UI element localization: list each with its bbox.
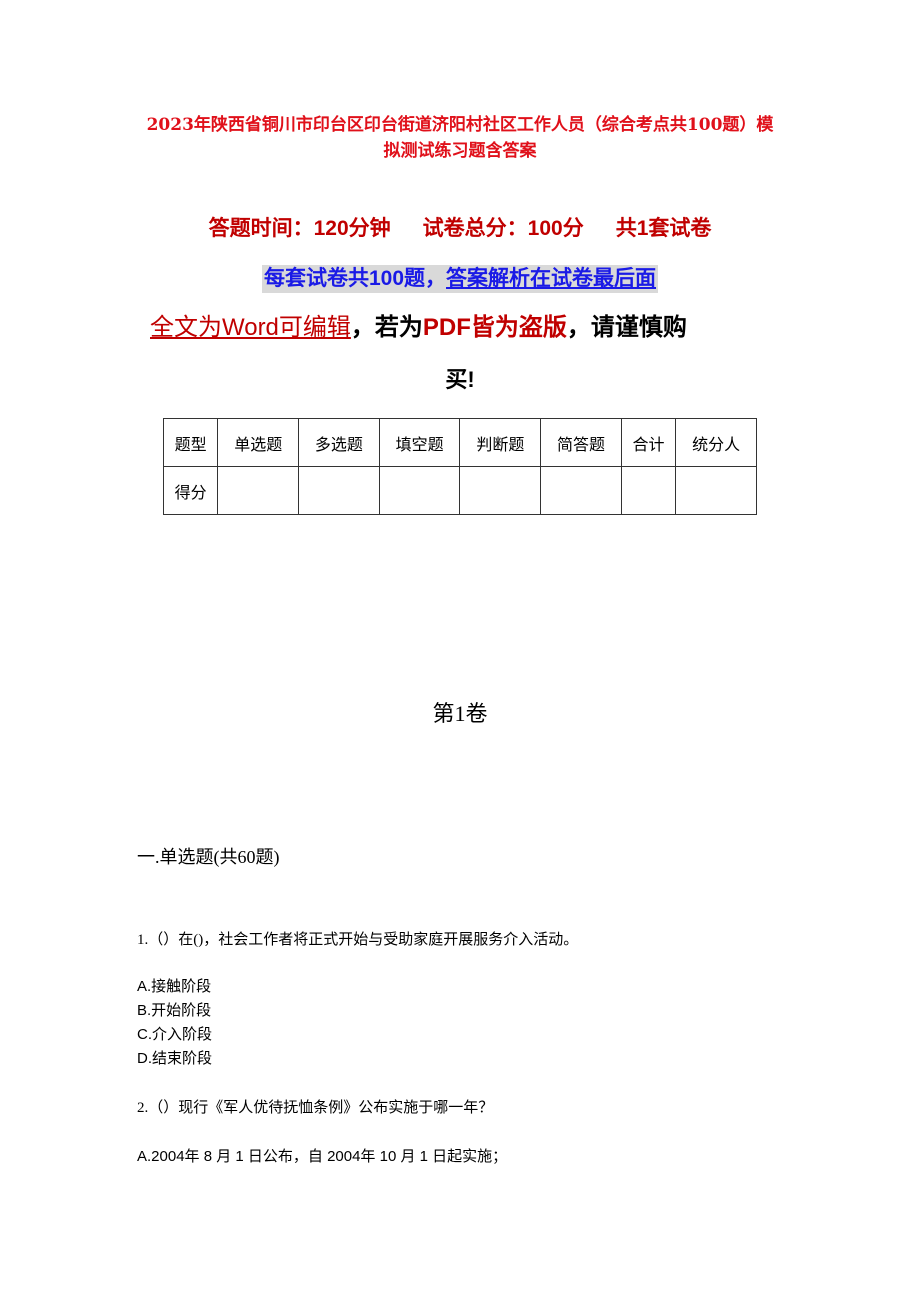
question-1-options: A.接触阶段 B.开始阶段 C.介入阶段 D.结束阶段 bbox=[137, 975, 212, 1071]
word-editable-note: 全文为Word可编辑 bbox=[150, 314, 351, 341]
pdf-piracy-note: PDF皆为盗版 bbox=[422, 314, 567, 341]
exam-time: 答题时间：120分钟 bbox=[208, 217, 391, 240]
option-a: A.2004年 8 月 1 日公布，自 2004年 10 月 1 日起实施； bbox=[137, 1148, 508, 1165]
section-title: 一.单选题(共60题) bbox=[137, 847, 280, 867]
question-1-text: 1.（）在()，社会工作者将正式开始与受助家庭开展服务介入活动。 bbox=[137, 932, 579, 948]
comma: ， bbox=[350, 314, 375, 341]
if-text: 若为 bbox=[374, 314, 423, 341]
header-cell: 题型 bbox=[162, 418, 219, 467]
document-page: 2023年陕西省铜川市印台区印台街道济阳村社区工作人员（综合考点共100题）模拟… bbox=[0, 0, 920, 1302]
score-cell bbox=[298, 466, 380, 515]
editable-notice: 全文为Word可编辑，若为PDF皆为盗版，请谨慎购 bbox=[150, 310, 780, 346]
caution-note: 请谨慎购 bbox=[590, 314, 687, 341]
header-cell: 填空题 bbox=[378, 418, 461, 467]
header-cell: 简答题 bbox=[540, 418, 622, 467]
score-table: 题型 单选题 多选题 填空题 判断题 简答题 合计 统分人 得分 bbox=[162, 418, 757, 515]
document-title: 2023年陕西省铜川市印台区印台街道济阳村社区工作人员（综合考点共100题）模拟… bbox=[146, 115, 774, 161]
answer-location-note: 答案解析在试卷最后面 bbox=[446, 267, 657, 290]
volume-title: 第1卷 bbox=[432, 701, 488, 726]
score-cell bbox=[620, 466, 677, 515]
answer-notice-box: 每套试卷共100题，答案解析在试卷最后面 bbox=[261, 265, 659, 293]
score-cell bbox=[540, 466, 622, 515]
header-cell: 单选题 bbox=[217, 418, 300, 467]
option-d: D.结束阶段 bbox=[137, 1050, 213, 1067]
header-cell: 多选题 bbox=[298, 418, 380, 467]
score-table-header-row: 题型 单选题 多选题 填空题 判断题 简答题 合计 统分人 bbox=[162, 418, 757, 467]
option-c: C.介入阶段 bbox=[137, 1026, 213, 1043]
caution-note-end: 买! bbox=[445, 367, 475, 392]
question-2-options: A.2004年 8 月 1 日公布，自 2004年 10 月 1 日起实施； bbox=[137, 1145, 507, 1169]
comma: ， bbox=[566, 314, 591, 341]
score-cell bbox=[459, 466, 542, 515]
row-label-cell: 得分 bbox=[162, 466, 219, 515]
question-count-note: 每套试卷共100题， bbox=[263, 267, 447, 290]
exam-sets: 共1套试卷 bbox=[615, 217, 712, 240]
score-table-score-row: 得分 bbox=[162, 466, 757, 515]
score-cell bbox=[675, 466, 757, 515]
answer-notice: 每套试卷共100题，答案解析在试卷最后面 bbox=[0, 262, 920, 293]
exam-meta: 答题时间：120分钟 试卷总分：100分 共1套试卷 bbox=[160, 212, 760, 242]
header-cell: 合计 bbox=[620, 418, 677, 467]
score-cell bbox=[378, 466, 461, 515]
exam-total-score: 试卷总分：100分 bbox=[422, 217, 584, 240]
option-a: A.接触阶段 bbox=[137, 978, 212, 995]
option-b: B.开始阶段 bbox=[137, 1002, 212, 1019]
question-2-text: 2.（）现行《军人优待抚恤条例》公布实施于哪一年？ bbox=[137, 1100, 494, 1116]
score-cell bbox=[217, 466, 300, 515]
header-cell: 统分人 bbox=[675, 418, 757, 467]
header-cell: 判断题 bbox=[459, 418, 542, 467]
